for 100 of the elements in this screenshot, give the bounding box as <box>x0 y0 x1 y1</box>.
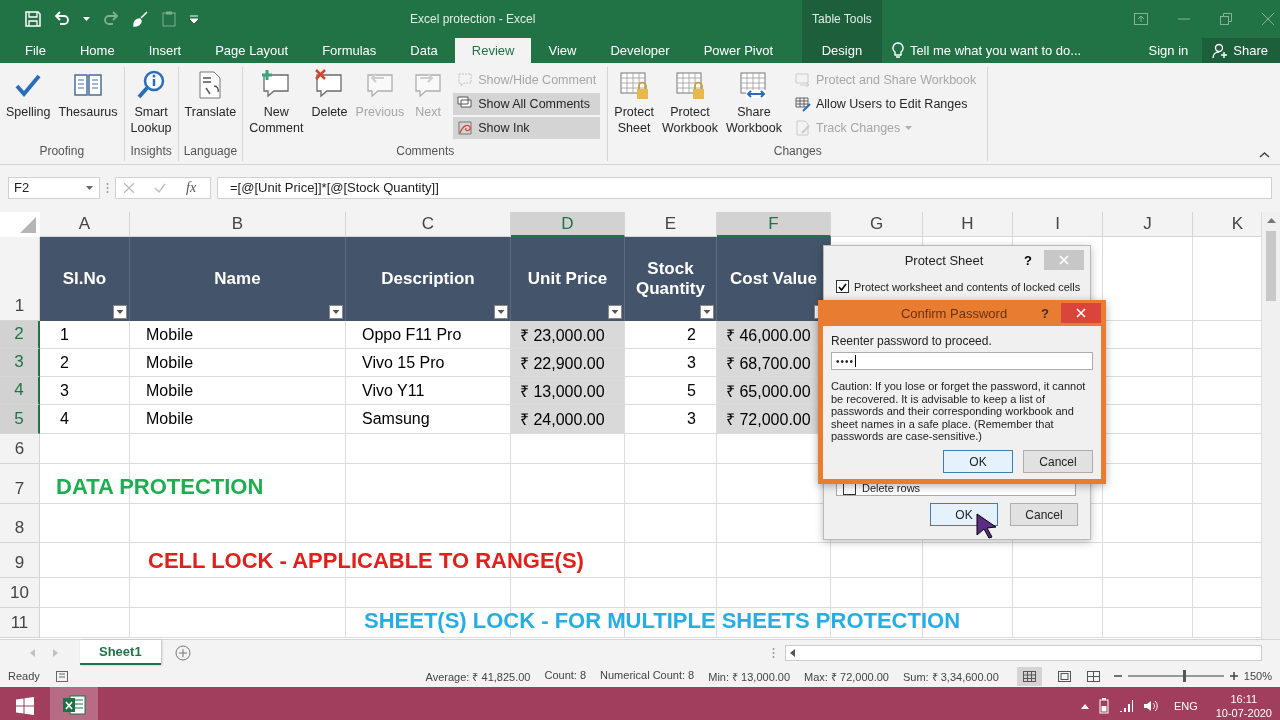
filter-dropdown-icon[interactable] <box>608 305 622 319</box>
row-header[interactable]: 11 <box>0 608 40 638</box>
column-header[interactable]: E <box>625 212 717 237</box>
column-header[interactable]: D <box>511 212 625 237</box>
sheet-tab[interactable]: Sheet1 <box>80 640 161 665</box>
ribbon-tab[interactable]: Developer <box>593 38 687 63</box>
group-label: Comments <box>395 144 456 161</box>
column-header[interactable]: I <box>1013 212 1103 237</box>
ribbon-button[interactable]: Delete <box>308 67 351 122</box>
checkbox[interactable] <box>836 280 849 293</box>
row-header[interactable]: 2 <box>0 321 40 349</box>
cursor-icon <box>976 513 998 539</box>
macro-record-icon[interactable] <box>55 670 68 682</box>
volume-icon[interactable] <box>1142 700 1158 712</box>
ribbon-tab[interactable]: Power Pivot <box>686 38 791 63</box>
column-header[interactable]: B <box>130 212 346 237</box>
ribbon-tab[interactable]: Insert <box>131 38 199 63</box>
dialog-button[interactable]: OK <box>930 503 998 526</box>
comment-outline-icon <box>457 72 474 88</box>
dialog-button[interactable]: Cancel <box>1010 503 1078 526</box>
dialog-button[interactable]: Cancel <box>1023 450 1093 473</box>
horizontal-scrollbar[interactable] <box>785 644 1262 661</box>
row-header[interactable]: 5 <box>0 405 40 434</box>
row-header[interactable]: 7 <box>0 464 40 504</box>
column-header[interactable]: F <box>717 212 831 237</box>
windows-icon[interactable] <box>16 697 34 715</box>
ribbon-tab[interactable]: Formulas <box>305 38 394 63</box>
ribbon-button[interactable]: Spelling <box>3 67 54 122</box>
input-language[interactable]: ENG <box>1173 700 1198 712</box>
taskbar-clock[interactable]: 16:11 10-07-2020 <box>1215 693 1272 719</box>
scrollbar-thumb[interactable] <box>1266 231 1276 301</box>
scroll-up-icon[interactable] <box>1266 218 1276 223</box>
page-break-icon[interactable] <box>1086 670 1100 682</box>
contextual-tab-label: Table Tools <box>811 11 873 28</box>
taskbar-app-button[interactable] <box>50 687 98 720</box>
row-header[interactable]: 4 <box>0 377 40 405</box>
normal-view-icon[interactable] <box>1022 670 1036 682</box>
row-header[interactable]: 3 <box>0 349 40 377</box>
ribbon-button[interactable]: Translate <box>181 67 240 122</box>
check-icon[interactable] <box>154 182 166 193</box>
sign-in-link[interactable]: Sign in <box>1148 43 1189 58</box>
column-header[interactable]: J <box>1103 212 1193 237</box>
table-cell: ₹ 24,000.00 <box>511 405 625 434</box>
clipboard-icon[interactable] <box>161 11 177 27</box>
dialog-button[interactable]: OK <box>943 450 1013 473</box>
ribbon-button[interactable]: Share Workbook <box>722 67 785 138</box>
ribbon-tab[interactable]: View <box>531 38 594 63</box>
share-button[interactable]: Share <box>1202 38 1280 63</box>
ribbon-button[interactable]: Show All Comments <box>453 93 601 115</box>
filter-dropdown-icon[interactable] <box>329 305 343 319</box>
ribbon-button[interactable]: New Comment <box>246 67 307 138</box>
column-header[interactable]: A <box>40 212 130 237</box>
table-cell: ₹ 22,900.00 <box>511 349 625 377</box>
column-header[interactable]: C <box>346 212 511 237</box>
ribbon-button[interactable]: Protect Sheet <box>611 67 657 138</box>
ribbon-button[interactable]: Protect Workbook <box>658 67 721 138</box>
battery-icon[interactable] <box>1098 698 1109 714</box>
chevron-up-icon[interactable] <box>1080 703 1089 709</box>
sheet-heading: SHEET(S) LOCK - FOR MULTIPLE SHEETS PROTECTION <box>363 608 961 635</box>
ribbon-button[interactable]: Smart Lookup <box>127 67 175 138</box>
name-box[interactable]: F2 <box>8 176 100 199</box>
filter-dropdown-icon[interactable] <box>113 305 127 319</box>
ribbon-tab[interactable]: Home <box>62 38 132 63</box>
brush-icon[interactable] <box>132 11 148 27</box>
filter-dropdown-icon[interactable] <box>700 305 714 319</box>
column-header[interactable]: H <box>923 212 1013 237</box>
column-header[interactable]: K <box>1193 212 1261 237</box>
ribbon-button[interactable]: Thesaurus <box>55 67 121 122</box>
row-header[interactable]: 6 <box>0 434 40 464</box>
page-layout-icon[interactable] <box>1057 670 1071 682</box>
ribbon-button[interactable]: Show Ink <box>453 117 601 139</box>
help-button[interactable]: ? <box>1041 305 1049 321</box>
row-header[interactable]: 1 <box>0 237 40 321</box>
ribbon-button[interactable]: Allow Users to Edit Ranges <box>791 93 981 115</box>
password-field[interactable]: •••• <box>831 352 1093 370</box>
sheet-pen-icon <box>795 96 811 112</box>
column-header[interactable]: G <box>831 212 923 237</box>
help-button[interactable]: ? <box>1024 252 1032 268</box>
table-cell: ₹ 23,000.00 <box>511 321 625 349</box>
undo-icon[interactable] <box>54 11 70 27</box>
tell-me-search[interactable]: Tell me what you want to do... <box>891 42 1082 59</box>
ribbon-tab[interactable]: Design <box>802 38 882 63</box>
signal-icon[interactable] <box>1118 700 1133 712</box>
ribbon-tab[interactable]: File <box>8 38 63 63</box>
formula-field[interactable]: =[@[Unit Price]]*[@[Stock Quantity]] <box>217 176 1272 199</box>
add-sheet-icon[interactable] <box>174 644 191 661</box>
zoom-in-icon[interactable] <box>1229 672 1238 680</box>
ribbon-tab[interactable]: Review <box>454 38 532 63</box>
row-header[interactable]: 8 <box>0 504 40 543</box>
zoom-level[interactable]: 150% <box>1243 670 1272 682</box>
customize-icon[interactable] <box>190 15 198 23</box>
slider-thumb[interactable] <box>1182 670 1186 682</box>
row-header[interactable]: 9 <box>0 543 40 578</box>
row-header[interactable]: 10 <box>0 578 40 608</box>
ribbon-tab[interactable]: Page Layout <box>198 38 306 63</box>
ribbon-tab[interactable]: Data <box>393 38 455 63</box>
filter-dropdown-icon[interactable] <box>494 305 508 319</box>
column-title: Unit Price <box>527 269 608 289</box>
caret-up-icon[interactable] <box>1259 152 1270 158</box>
insert-function-button[interactable]: fx <box>186 179 197 196</box>
